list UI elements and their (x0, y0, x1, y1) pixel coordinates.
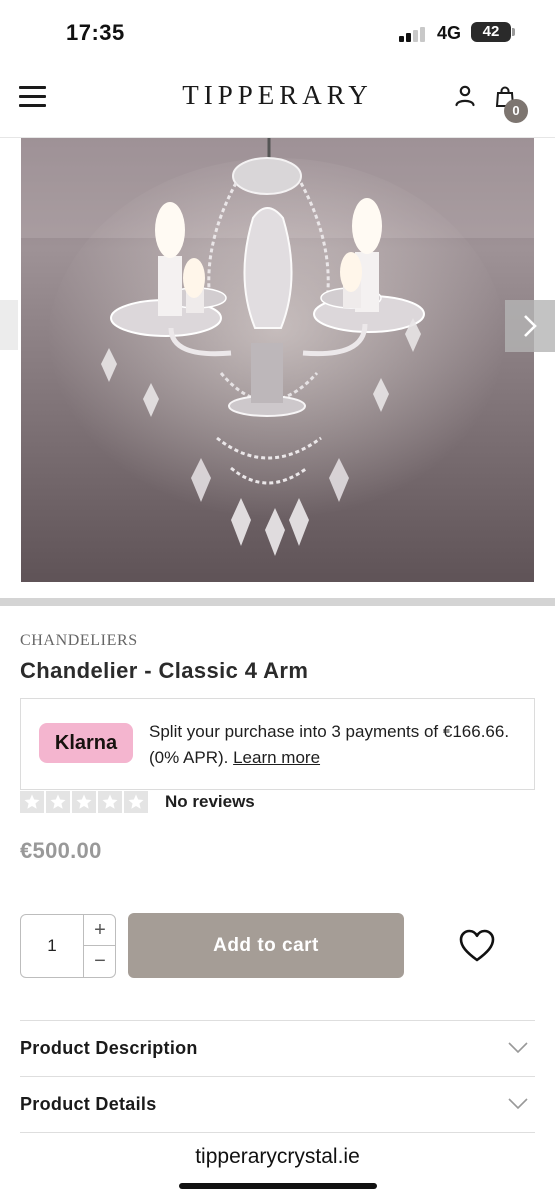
klarna-learn-more-link[interactable]: Learn more (233, 748, 320, 767)
home-indicator[interactable] (179, 1183, 377, 1189)
klarna-text: Split your purchase into 3 payments of €… (149, 722, 510, 767)
product-category[interactable]: CHANDELIERS (20, 632, 138, 650)
star-icon (124, 791, 148, 813)
chevron-down-icon (508, 1042, 528, 1054)
cart-count-badge: 0 (504, 99, 528, 123)
accordion-label: Product Details (20, 1094, 157, 1114)
site-header: TIPPERARY 0 (0, 62, 555, 138)
klarna-banner: Klarna Split your purchase into 3 paymen… (20, 698, 535, 790)
product-description-accordion[interactable]: Product Description (20, 1020, 535, 1076)
heart-icon[interactable] (458, 928, 496, 964)
accordion-label: Product Description (20, 1038, 198, 1058)
chevron-right-icon[interactable] (505, 300, 555, 352)
gallery-scrollbar[interactable] (0, 598, 555, 606)
star-icon (46, 791, 70, 813)
quantity-stepper: 1 + − (20, 914, 116, 978)
browser-address-bar[interactable]: tipperarycrystal.ie (0, 1134, 555, 1200)
star-icon (20, 791, 44, 813)
star-rating (20, 791, 150, 813)
add-to-cart-button[interactable]: Add to cart (128, 913, 404, 978)
product-gallery (0, 138, 555, 608)
shopping-bag-icon[interactable]: 0 (494, 85, 530, 123)
product-price: €500.00 (20, 838, 102, 863)
divider (20, 1132, 535, 1133)
status-bar: 17:35 4G 42 (0, 0, 555, 62)
user-icon[interactable] (453, 84, 477, 108)
chandelier-photo[interactable] (21, 138, 534, 582)
star-icon (98, 791, 122, 813)
chevron-down-icon (508, 1098, 528, 1110)
status-time: 17:35 (66, 20, 125, 45)
star-icon (72, 791, 96, 813)
url-text[interactable]: tipperarycrystal.ie (0, 1145, 555, 1169)
quantity-input[interactable]: 1 (21, 915, 83, 977)
product-title: Chandelier - Classic 4 Arm (20, 658, 309, 683)
hamburger-menu-icon[interactable] (19, 84, 47, 108)
quantity-increase-button[interactable]: + (84, 915, 116, 946)
klarna-logo: Klarna (39, 723, 133, 763)
reviews-count: No reviews (165, 792, 255, 811)
quantity-decrease-button[interactable]: − (84, 946, 116, 977)
signal-icon (399, 26, 429, 42)
product-details-accordion[interactable]: Product Details (20, 1076, 535, 1132)
battery-icon: 42 (471, 22, 515, 42)
klarna-message: Split your purchase into 3 payments of €… (149, 719, 519, 771)
network-type: 4G (437, 23, 462, 43)
gallery-prev-button[interactable] (0, 300, 18, 350)
battery-level: 42 (482, 23, 500, 40)
